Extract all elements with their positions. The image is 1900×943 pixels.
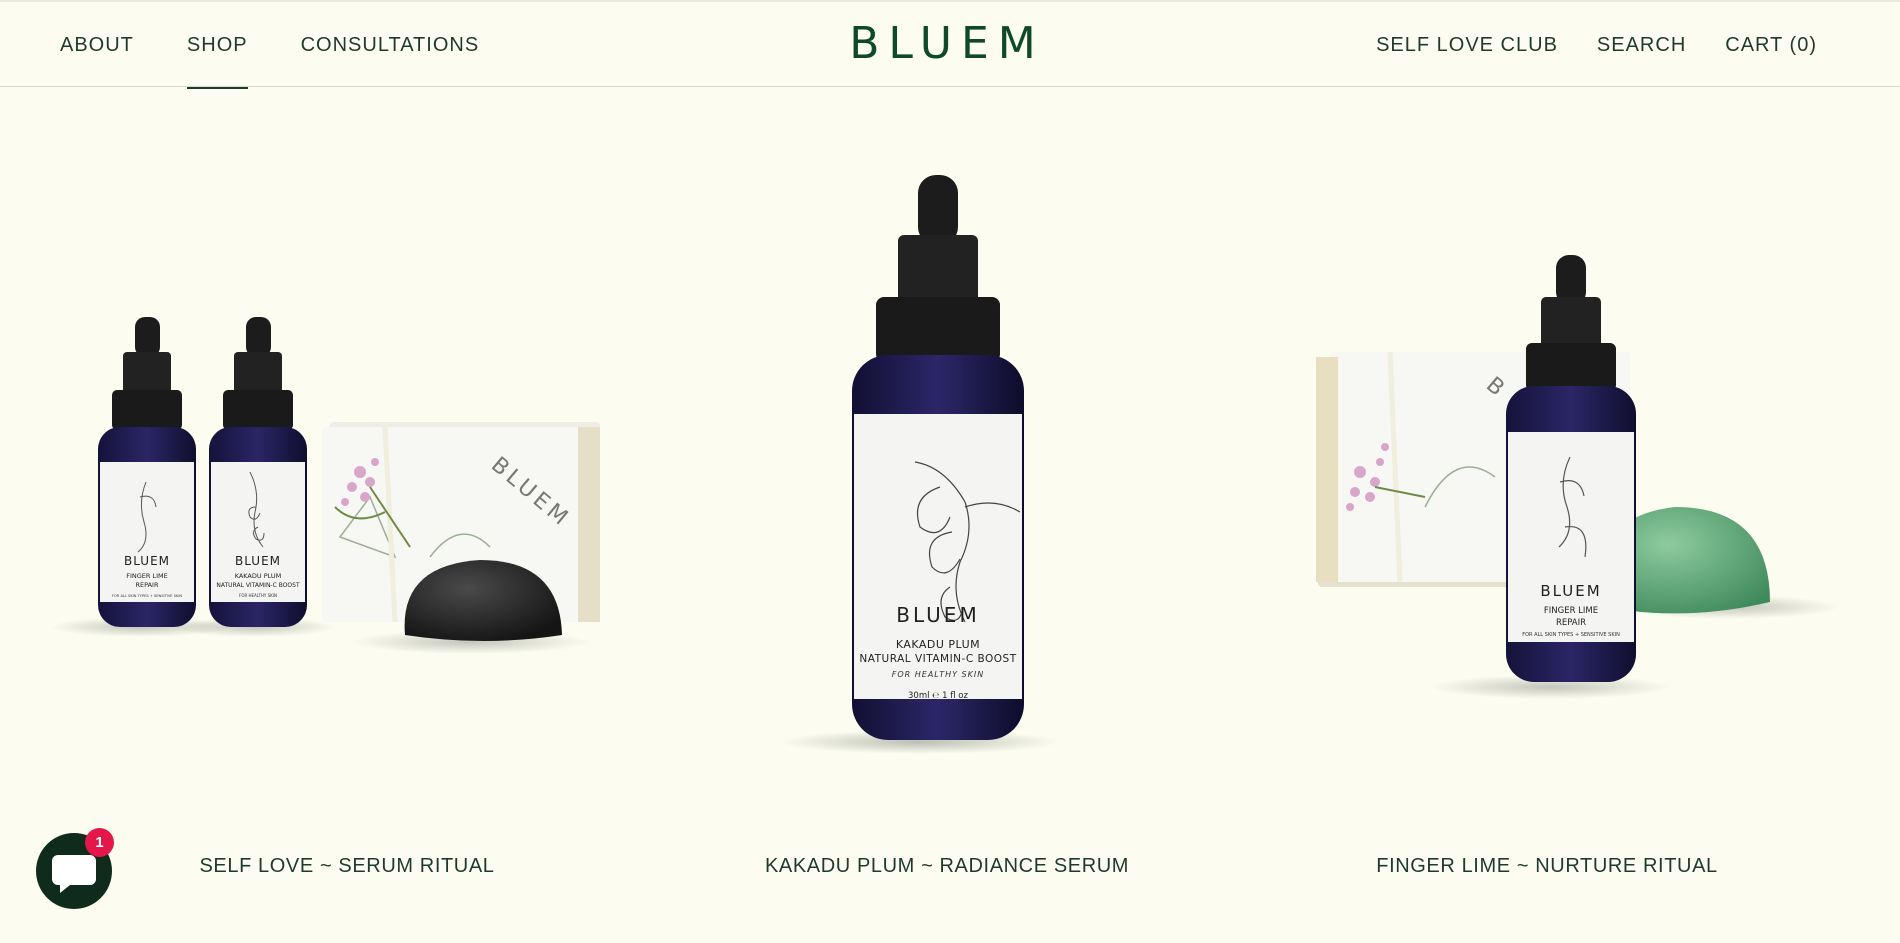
svg-text:FOR ALL SKIN TYPES + SENSITIVE: FOR ALL SKIN TYPES + SENSITIVE SKIN [1522,632,1620,638]
svg-text:BLUEM: BLUEM [235,554,281,568]
svg-text:FINGER LIME: FINGER LIME [126,572,168,580]
svg-text:FOR HEALTHY SKIN: FOR HEALTHY SKIN [239,593,277,598]
product-title-kakadu-plum[interactable]: KAKADU PLUM ~ RADIANCE SERUM [765,855,1129,878]
product-card-kakadu-plum[interactable]: BLUEM KAKADU PLUM NATURAL VITAMIN-C BOOS… [640,87,1260,943]
product-image-finger-lime[interactable]: B BLUEM FINGER LIME REPAIR FOR ALL SKIN … [1260,87,1900,787]
finger-lime-bottle-medium: BLUEM FINGER LIME REPAIR FOR ALL SKIN TY… [1506,255,1636,682]
product-title-self-love[interactable]: SELF LOVE ~ SERUM RITUAL [199,855,494,878]
svg-text:BLUEM: BLUEM [896,603,979,627]
svg-text:REPAIR: REPAIR [1556,618,1586,628]
svg-text:FOR ALL SKIN TYPES + SENSITIVE: FOR ALL SKIN TYPES + SENSITIVE SKIN [112,594,182,598]
product-card-finger-lime[interactable]: B BLUEM FINGER LIME REPAIR FOR ALL SKIN … [1260,87,1900,943]
nav-shop[interactable]: SHOP [186,2,248,89]
nav-search[interactable]: SEARCH [1597,2,1686,88]
product-image-self-love[interactable]: BLUEM FINGER LIME REPAIR FOR ALL SKIN TY… [0,87,640,787]
nav-about[interactable]: ABOUT [60,2,134,88]
kakadu-plum-bottle-small: BLUEM KAKADU PLUM NATURAL VITAMIN-C BOOS… [209,317,307,627]
svg-text:NATURAL VITAMIN-C BOOST: NATURAL VITAMIN-C BOOST [216,582,300,589]
finger-lime-bottle: BLUEM FINGER LIME REPAIR FOR ALL SKIN TY… [98,317,196,627]
svg-text:FINGER LIME: FINGER LIME [1544,606,1598,616]
product-card-self-love[interactable]: BLUEM FINGER LIME REPAIR FOR ALL SKIN TY… [0,87,640,943]
site-logo[interactable]: BLUEM [837,20,1057,68]
site-header: ABOUT SHOP CONSULTATIONS BLUEM SELF LOVE… [0,0,1900,89]
svg-text:BLUEM: BLUEM [124,554,170,568]
nav-cart[interactable]: CART (0) [1725,2,1817,88]
svg-text:FOR HEALTHY SKIN: FOR HEALTHY SKIN [892,670,984,679]
svg-text:BLUEM: BLUEM [1540,582,1601,600]
svg-text:NATURAL VITAMIN-C BOOST: NATURAL VITAMIN-C BOOST [859,653,1016,665]
svg-text:KAKADU PLUM: KAKADU PLUM [235,572,282,580]
product-title-finger-lime[interactable]: FINGER LIME ~ NURTURE RITUAL [1376,855,1717,878]
svg-text:30ml ℮ 1 fl oz: 30ml ℮ 1 fl oz [908,691,968,701]
svg-text:KAKADU PLUM: KAKADU PLUM [896,638,980,651]
kakadu-plum-bottle-large: BLUEM KAKADU PLUM NATURAL VITAMIN-C BOOS… [852,175,1024,740]
chat-notification-badge: 1 [85,828,114,857]
nav-consultations[interactable]: CONSULTATIONS [301,2,480,88]
nav-right: SELF LOVE CLUB SEARCH CART (0) [1376,2,1817,88]
nav-left: ABOUT SHOP CONSULTATIONS [60,2,480,89]
nav-self-love-club[interactable]: SELF LOVE CLUB [1376,2,1558,88]
product-image-kakadu-plum[interactable]: BLUEM KAKADU PLUM NATURAL VITAMIN-C BOOS… [640,87,1260,787]
svg-text:REPAIR: REPAIR [135,581,158,589]
